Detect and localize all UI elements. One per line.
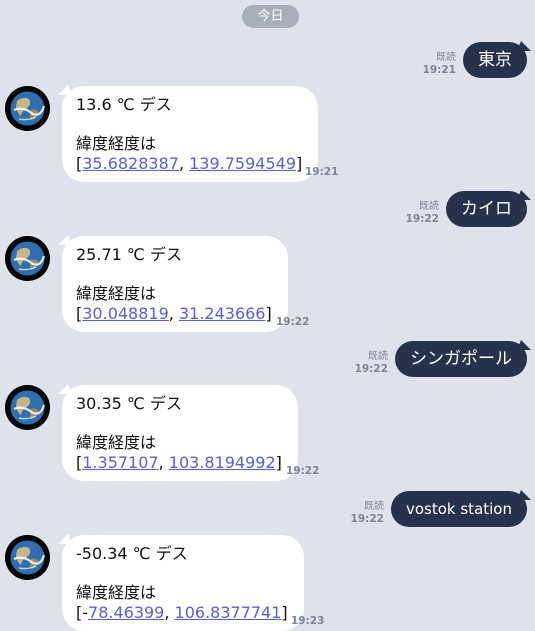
avatar[interactable] (5, 385, 50, 430)
message-meta: 既読 19:21 (423, 51, 456, 77)
coordinates-label: 緯度経度は (76, 284, 157, 303)
message-meta: 既読 19:22 (351, 500, 384, 526)
message-time: 19:22 (276, 316, 310, 328)
message-time: 19:22 (405, 213, 439, 225)
coordinates: [-78.46399, 106.8377741] (76, 603, 288, 623)
temperature-text: 30.35 ℃ デス (76, 394, 182, 413)
temperature-text: 13.6 ℃ デス (76, 95, 172, 114)
coordinates: [1.357107, 103.8194992] (76, 453, 282, 473)
longitude-link[interactable]: 139.7594549 (189, 154, 296, 173)
separator: , (164, 603, 175, 622)
incoming-bubble: 30.35 ℃ デス 緯度経度は [1.357107, 103.8194992] (62, 385, 298, 481)
message-time: 19:21 (305, 166, 339, 178)
message-time: 19:22 (354, 363, 388, 375)
coordinates-label: 緯度経度は (76, 134, 157, 153)
outgoing-bubble[interactable]: 東京 (463, 42, 527, 78)
message-time: 19:22 (286, 465, 320, 477)
separator: , (178, 154, 190, 173)
outgoing-bubble[interactable]: シンガポール (395, 341, 527, 377)
avatar[interactable] (5, 535, 50, 580)
temperature-text: -50.34 ℃ デス (76, 544, 188, 563)
longitude-link[interactable]: 103.8194992 (169, 453, 276, 472)
bracket-close: ] (296, 154, 303, 173)
message-time: 19:21 (422, 64, 456, 76)
read-receipt: 既読 (363, 501, 384, 512)
coordinates-label: 緯度経度は (76, 583, 157, 602)
avatar[interactable] (5, 236, 50, 281)
message-meta: 既読 19:22 (406, 200, 439, 226)
read-receipt: 既読 (436, 52, 456, 63)
latitude-link[interactable]: 78.46399 (88, 603, 164, 622)
date-separator: 今日 (242, 5, 299, 28)
latitude-link[interactable]: 1.357107 (82, 453, 158, 472)
outgoing-message: 既読 19:22 カイロ (406, 191, 527, 227)
latitude-link[interactable]: 30.048819 (82, 304, 169, 323)
temperature-text: 25.71 ℃ デス (76, 245, 182, 264)
read-receipt: 既読 (419, 201, 439, 212)
message-time: 19:22 (350, 513, 384, 525)
separator: , (158, 453, 169, 472)
coordinates: [30.048819, 31.243666] (76, 304, 272, 324)
outgoing-message: 既読 19:22 vostok station (351, 491, 527, 527)
earth-globe-icon (5, 236, 50, 281)
earth-globe-icon (5, 86, 50, 131)
incoming-bubble: 25.71 ℃ デス 緯度経度は [30.048819, 31.243666] (62, 236, 288, 332)
coordinates-label: 緯度経度は (76, 433, 157, 452)
incoming-bubble: 13.6 ℃ デス 緯度経度は [35.6828387, 139.7594549… (62, 86, 319, 182)
bracket-open: [- (76, 603, 89, 622)
incoming-bubble: -50.34 ℃ デス 緯度経度は [-78.46399, 106.837774… (62, 535, 304, 631)
read-receipt: 既読 (368, 351, 388, 362)
outgoing-bubble[interactable]: カイロ (446, 191, 527, 227)
longitude-link[interactable]: 31.243666 (179, 304, 266, 323)
bracket-close: ] (265, 304, 272, 323)
bracket-close: ] (281, 603, 288, 622)
outgoing-bubble[interactable]: vostok station (390, 491, 527, 527)
outgoing-message: 既読 19:21 東京 (423, 42, 527, 78)
avatar[interactable] (5, 86, 50, 131)
coordinates: [35.6828387, 139.7594549] (76, 154, 302, 174)
longitude-link[interactable]: 106.8377741 (175, 603, 282, 622)
message-meta: 既読 19:22 (355, 350, 388, 376)
message-time: 19:23 (291, 615, 325, 627)
earth-globe-icon (5, 385, 50, 430)
bracket-close: ] (275, 453, 282, 472)
earth-globe-icon (5, 535, 50, 580)
outgoing-message: 既読 19:22 シンガポール (355, 341, 527, 377)
latitude-link[interactable]: 35.6828387 (82, 154, 179, 173)
separator: , (168, 304, 179, 323)
